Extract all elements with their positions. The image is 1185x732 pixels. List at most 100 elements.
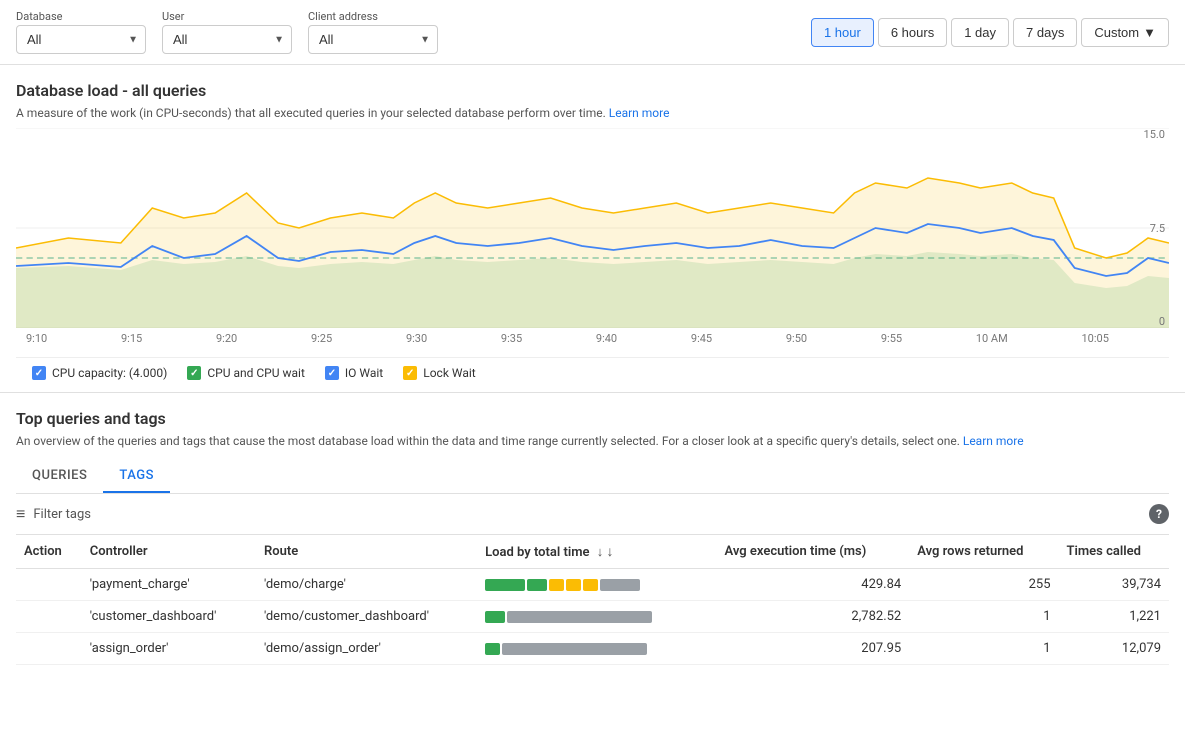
table-row[interactable]: 'customer_dashboard''demo/customer_dashb… xyxy=(16,601,1169,633)
x-label-1: 9:15 xyxy=(121,332,142,345)
filter-row: ≡ Filter tags ? xyxy=(16,494,1169,535)
custom-button[interactable]: Custom ▼ xyxy=(1081,18,1169,47)
row-1-controller: 'customer_dashboard' xyxy=(82,601,256,633)
row-2-avg-exec: 207.95 xyxy=(716,633,909,665)
user-wrapper: All xyxy=(162,25,292,54)
chart-description: A measure of the work (in CPU-seconds) t… xyxy=(16,106,1169,120)
x-label-0: 9:10 xyxy=(26,332,47,345)
row-1-avg-exec: 2,782.52 xyxy=(716,601,909,633)
client-address-wrapper: All xyxy=(308,25,438,54)
x-axis: 9:10 9:15 9:20 9:25 9:30 9:35 9:40 9:45 … xyxy=(16,328,1119,349)
row-0-bar-seg-5 xyxy=(600,579,640,591)
y-label-75: 7.5 xyxy=(1150,222,1165,235)
chevron-down-icon: ▼ xyxy=(1143,25,1156,40)
x-label-4: 9:30 xyxy=(406,332,427,345)
row-1-load-bar xyxy=(477,601,716,633)
table-row[interactable]: 'payment_charge''demo/charge' 429.8425539… xyxy=(16,569,1169,601)
row-1-action xyxy=(16,601,82,633)
database-wrapper: All xyxy=(16,25,146,54)
col-avg-exec: Avg execution time (ms) xyxy=(716,535,909,569)
tab-queries[interactable]: QUERIES xyxy=(16,460,103,493)
row-0-bar-seg-3 xyxy=(566,579,581,591)
row-2-times-called: 12,079 xyxy=(1059,633,1169,665)
database-dropdown-group: Database All xyxy=(16,10,146,54)
io-wait-checkbox: ✓ xyxy=(325,366,339,380)
tab-tags[interactable]: TAGS xyxy=(103,460,170,493)
legend-lock-wait[interactable]: ✓ Lock Wait xyxy=(403,366,475,380)
row-1-bar-container xyxy=(485,611,665,623)
legend-cpu-capacity-label: CPU capacity: (4.000) xyxy=(52,366,167,380)
tags-table: Action Controller Route Load by total ti… xyxy=(16,535,1169,665)
row-1-times-called: 1,221 xyxy=(1059,601,1169,633)
row-0-avg-rows: 255 xyxy=(909,569,1058,601)
time-btn-6hours[interactable]: 6 hours xyxy=(878,18,947,47)
row-0-controller: 'payment_charge' xyxy=(82,569,256,601)
col-controller: Controller xyxy=(82,535,256,569)
legend-io-wait[interactable]: ✓ IO Wait xyxy=(325,366,383,380)
col-action: Action xyxy=(16,535,82,569)
learn-more-link[interactable]: Learn more xyxy=(609,106,670,120)
row-2-load-bar xyxy=(477,633,716,665)
row-0-times-called: 39,734 xyxy=(1059,569,1169,601)
table-header-row: Action Controller Route Load by total ti… xyxy=(16,535,1169,569)
row-0-route: 'demo/charge' xyxy=(256,569,477,601)
chart-svg xyxy=(16,128,1169,328)
x-label-3: 9:25 xyxy=(311,332,332,345)
filter-left: ≡ Filter tags xyxy=(16,504,91,524)
x-label-2: 9:20 xyxy=(216,332,237,345)
row-2-controller: 'assign_order' xyxy=(82,633,256,665)
cpu-capacity-checkbox: ✓ xyxy=(32,366,46,380)
row-2-avg-rows: 1 xyxy=(909,633,1058,665)
legend-cpu-wait[interactable]: ✓ CPU and CPU wait xyxy=(187,366,305,380)
chart-section: Database load - all queries A measure of… xyxy=(0,65,1185,392)
y-label-0: 0 xyxy=(1159,315,1165,328)
legend-cpu-capacity[interactable]: ✓ CPU capacity: (4.000) xyxy=(32,366,167,380)
row-0-bar-seg-4 xyxy=(583,579,598,591)
row-2-bar-seg-1 xyxy=(502,643,647,655)
help-icon[interactable]: ? xyxy=(1149,504,1169,524)
user-label: User xyxy=(162,10,292,23)
sort-arrow-icon: ↓ xyxy=(597,544,604,560)
time-btn-1hour[interactable]: 1 hour xyxy=(811,18,874,47)
bottom-section-description: An overview of the queries and tags that… xyxy=(16,434,1169,448)
x-label-7: 9:45 xyxy=(691,332,712,345)
client-address-select[interactable]: All xyxy=(308,25,438,54)
row-0-bar-container xyxy=(485,579,665,591)
row-0-avg-exec: 429.84 xyxy=(716,569,909,601)
row-1-avg-rows: 1 xyxy=(909,601,1058,633)
y-axis: 15.0 7.5 0 xyxy=(1124,128,1169,328)
database-select[interactable]: All xyxy=(16,25,146,54)
chart-title: Database load - all queries xyxy=(16,81,1169,100)
client-address-dropdown-group: Client address All xyxy=(308,10,438,54)
y-label-15: 15.0 xyxy=(1144,128,1165,141)
legend-cpu-wait-label: CPU and CPU wait xyxy=(207,366,305,380)
row-1-route: 'demo/customer_dashboard' xyxy=(256,601,477,633)
filter-icon: ≡ xyxy=(16,504,25,524)
col-avg-rows: Avg rows returned xyxy=(909,535,1058,569)
filter-label: Filter tags xyxy=(33,507,91,522)
bottom-section: Top queries and tags An overview of the … xyxy=(0,393,1185,681)
x-label-11: 10:05 xyxy=(1081,332,1108,345)
x-label-10: 10 AM xyxy=(976,332,1008,345)
row-1-bar-seg-1 xyxy=(507,611,652,623)
database-label: Database xyxy=(16,10,146,23)
col-load[interactable]: Load by total time ↓ ↓ xyxy=(477,535,716,569)
col-times-called: Times called xyxy=(1059,535,1169,569)
row-0-bar-seg-0 xyxy=(485,579,525,591)
row-0-bar-seg-1 xyxy=(527,579,547,591)
row-2-bar-seg-0 xyxy=(485,643,500,655)
client-address-label: Client address xyxy=(308,10,438,23)
legend-lock-wait-label: Lock Wait xyxy=(423,366,475,380)
chart-svg-area xyxy=(16,128,1169,328)
bottom-learn-more-link[interactable]: Learn more xyxy=(963,434,1024,448)
time-btn-7days[interactable]: 7 days xyxy=(1013,18,1077,47)
table-row[interactable]: 'assign_order''demo/assign_order'207.951… xyxy=(16,633,1169,665)
cpu-wait-checkbox: ✓ xyxy=(187,366,201,380)
col-route: Route xyxy=(256,535,477,569)
sort-download-button[interactable]: ↓ xyxy=(606,543,613,559)
x-label-9: 9:55 xyxy=(881,332,902,345)
user-select[interactable]: All xyxy=(162,25,292,54)
row-2-bar-container xyxy=(485,643,665,655)
time-btn-1day[interactable]: 1 day xyxy=(951,18,1009,47)
row-0-load-bar xyxy=(477,569,716,601)
